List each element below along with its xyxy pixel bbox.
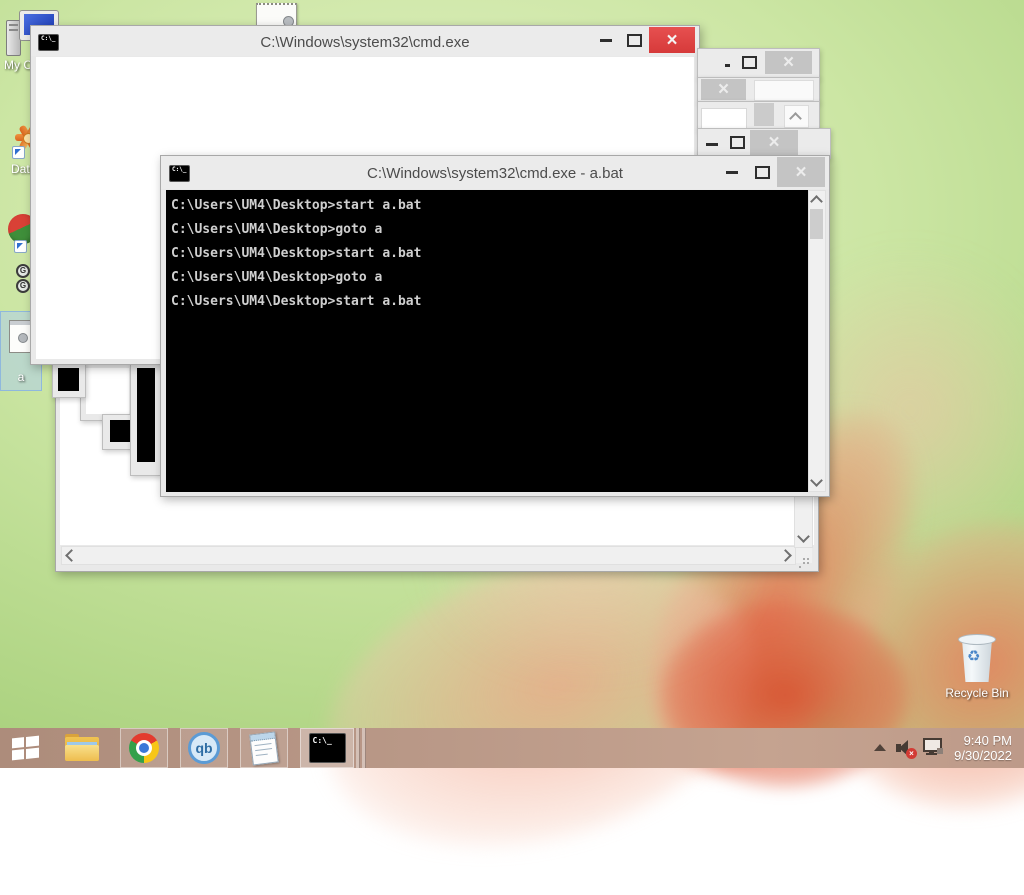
taskbar-file-explorer-button[interactable]	[58, 728, 106, 768]
taskbar: qb C:\_ × 9:40 PM 9/30/2022	[0, 728, 1024, 768]
scroll-left-icon[interactable]	[65, 549, 78, 562]
desktop: My C Data G G a C:\_ C:\Windows\system32…	[0, 0, 1024, 895]
shortcut-arrow-icon	[12, 146, 25, 159]
chrome-icon	[129, 733, 159, 763]
maximize-button[interactable]	[742, 56, 757, 69]
scroll-right-icon[interactable]	[779, 549, 792, 562]
minimize-button[interactable]	[717, 157, 747, 187]
taskbar-chrome-button[interactable]	[120, 728, 168, 768]
close-button[interactable]: ×	[765, 51, 812, 74]
console-line: C:\Users\UM4\Desktop>goto a	[171, 270, 383, 285]
console-output: C:\Users\UM4\Desktop>start a.bat C:\User…	[166, 190, 808, 492]
window-titlebar[interactable]: C:\_ C:\Windows\system32\cmd.exe - a.bat…	[161, 156, 829, 189]
scroll-up-icon[interactable]	[810, 195, 823, 208]
scrollbar-thumb[interactable]	[810, 209, 823, 239]
g-circle-icon: G	[16, 279, 30, 293]
maximize-button[interactable]	[620, 27, 649, 53]
scroll-up-icon[interactable]	[789, 112, 802, 125]
spawned-cmd-fragment[interactable]: ×	[697, 77, 820, 103]
tray-volume-muted-icon[interactable]: ×	[896, 736, 918, 760]
taskbar-cmd-group-edge[interactable]	[362, 728, 366, 768]
shortcut-arrow-icon	[14, 240, 27, 253]
cmd-icon: C:\_	[308, 733, 346, 763]
windows-logo-icon	[12, 735, 39, 761]
scroll-down-icon[interactable]	[810, 474, 823, 487]
maximize-button[interactable]	[730, 136, 745, 149]
desktop-icon-g-small-1[interactable]: G	[16, 264, 30, 278]
clock-date: 9/30/2022	[954, 748, 1012, 763]
g-circle-icon: G	[16, 264, 30, 278]
qbittorrent-icon: qb	[188, 732, 220, 764]
close-button[interactable]: ×	[750, 130, 798, 155]
spawned-cmd-fragment[interactable]	[697, 101, 820, 131]
clock-time: 9:40 PM	[963, 733, 1012, 748]
console-line: C:\Users\UM4\Desktop>start a.bat	[171, 198, 422, 213]
spawned-cmd-fragment[interactable]	[80, 362, 136, 421]
minimize-button[interactable]	[706, 143, 718, 146]
desktop-icon-label: a	[17, 370, 25, 384]
maximize-button[interactable]	[747, 157, 777, 187]
notepad-icon	[249, 731, 279, 765]
recycle-symbol-icon: ♻	[967, 648, 981, 665]
window-cmd-front[interactable]: C:\_ C:\Windows\system32\cmd.exe - a.bat…	[160, 155, 830, 497]
scroll-down-icon[interactable]	[797, 530, 810, 543]
window-titlebar[interactable]: C:\_ C:\Windows\system32\cmd.exe ×	[31, 26, 699, 56]
chevron-up-icon	[874, 744, 886, 751]
recycle-bin-icon: ♻	[958, 634, 996, 684]
desktop-icon-g-small-2[interactable]: G	[16, 279, 30, 293]
desktop-icon-recycle-bin[interactable]: ♻ Recycle Bin	[938, 628, 1016, 706]
tray-show-hidden-icons[interactable]	[872, 740, 888, 756]
console-line: C:\Users\UM4\Desktop>start a.bat	[171, 246, 422, 261]
resize-grip[interactable]	[796, 548, 812, 563]
start-button[interactable]	[0, 728, 50, 768]
spawned-cmd-fragment[interactable]: ×	[697, 48, 820, 79]
tray-clock[interactable]: 9:40 PM 9/30/2022	[946, 733, 1012, 765]
vertical-scrollbar[interactable]	[808, 190, 826, 492]
desktop-icon-label: Recycle Bin	[945, 686, 1009, 700]
spawned-cmd-fragment[interactable]	[52, 362, 86, 398]
minimize-button[interactable]	[725, 64, 730, 67]
taskbar-cmd-group-edge[interactable]	[356, 728, 360, 768]
minimize-button[interactable]	[591, 27, 620, 53]
spawned-cmd-fragment[interactable]	[130, 362, 161, 476]
horizontal-scrollbar[interactable]	[61, 546, 796, 565]
close-button[interactable]: ×	[701, 79, 746, 100]
taskbar-qbittorrent-button[interactable]: qb	[180, 728, 228, 768]
close-button[interactable]: ×	[649, 27, 695, 53]
close-button[interactable]: ×	[777, 157, 825, 187]
tray-network-icon[interactable]	[922, 736, 944, 760]
file-explorer-icon	[65, 734, 99, 762]
console-line: C:\Users\UM4\Desktop>start a.bat	[171, 294, 422, 309]
taskbar-cmd-button[interactable]: C:\_	[300, 728, 354, 768]
console-line: C:\Users\UM4\Desktop>goto a	[171, 222, 383, 237]
desktop-icon-label: My C	[4, 58, 32, 72]
taskbar-notepad-button[interactable]	[240, 728, 288, 768]
